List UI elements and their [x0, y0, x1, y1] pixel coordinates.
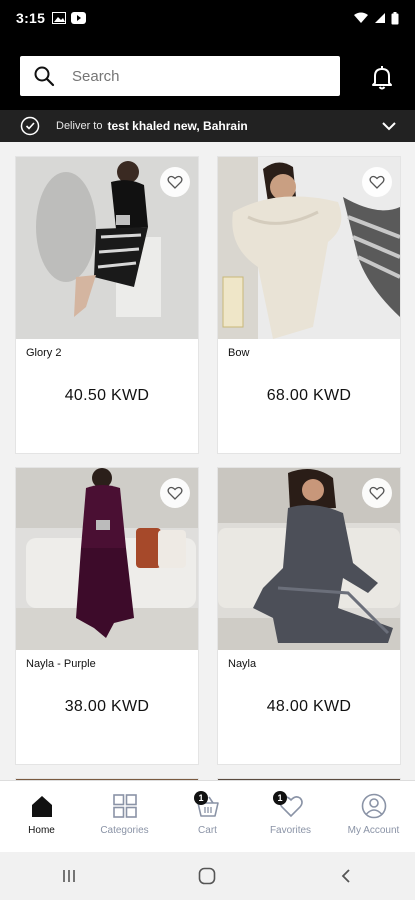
- favorite-button[interactable]: [362, 167, 392, 197]
- grid-icon: [112, 794, 137, 818]
- heart-icon: [167, 175, 183, 189]
- nav-home-label: Home: [28, 825, 55, 836]
- shield-check-icon: [20, 116, 40, 136]
- deliver-to-label: Deliver to: [56, 120, 103, 132]
- product-price: 48.00 KWD: [266, 698, 352, 715]
- product-name: Glory 2: [26, 347, 62, 359]
- home-button-icon[interactable]: [197, 866, 217, 886]
- wifi-icon: [354, 12, 368, 23]
- system-navigation-bar: [0, 852, 415, 900]
- product-grid: Glory 2 40.50 KWD Bow 68.00 KWD Nayla - …: [0, 142, 415, 780]
- product-name: Nayla: [228, 658, 257, 670]
- search-input[interactable]: [72, 67, 302, 85]
- nav-cart-label: Cart: [198, 825, 217, 836]
- cart-badge: 1: [194, 791, 208, 805]
- heart-icon: [369, 175, 385, 189]
- bottom-navigation: Home Categories 1 Cart 1 Favorites My Ac…: [0, 780, 415, 852]
- nav-account-label: My Account: [347, 825, 400, 836]
- delivery-location-bar[interactable]: Deliver to test khaled new, Bahrain: [0, 110, 415, 142]
- gallery-icon: [52, 12, 67, 24]
- favorites-badge: 1: [273, 791, 287, 805]
- status-bar: 3:15: [0, 0, 415, 36]
- recent-apps-icon[interactable]: [60, 867, 78, 885]
- nav-cart[interactable]: 1 Cart: [166, 781, 249, 853]
- product-card[interactable]: Nayla - Purple 38.00 KWD: [15, 467, 199, 765]
- search-icon: [34, 66, 55, 87]
- heart-icon: [167, 486, 183, 500]
- favorite-button[interactable]: [362, 478, 392, 508]
- app-screen: 3:15 Deliver to test khaled new, Bahrain: [0, 0, 415, 900]
- youtube-icon: [71, 12, 87, 24]
- user-circle-icon: [361, 793, 386, 819]
- home-icon: [31, 796, 52, 817]
- product-price: 38.00 KWD: [64, 698, 150, 715]
- product-card[interactable]: Bow 68.00 KWD: [217, 156, 401, 454]
- search-bar[interactable]: [20, 56, 340, 96]
- notification-bell-icon[interactable]: [368, 63, 396, 91]
- status-time: 3:15: [16, 10, 46, 26]
- product-price: 68.00 KWD: [266, 387, 352, 404]
- nav-account[interactable]: My Account: [332, 781, 415, 853]
- product-name: Bow: [228, 347, 250, 359]
- product-card[interactable]: Glory 2 40.50 KWD: [15, 156, 199, 454]
- back-icon[interactable]: [337, 867, 355, 885]
- favorite-button[interactable]: [160, 167, 190, 197]
- favorite-button[interactable]: [160, 478, 190, 508]
- nav-favorites-label: Favorites: [269, 825, 312, 836]
- nav-categories[interactable]: Categories: [83, 781, 166, 853]
- chevron-down-icon[interactable]: [381, 118, 397, 134]
- product-card[interactable]: Nayla 48.00 KWD: [217, 467, 401, 765]
- signal-icon: [375, 13, 385, 23]
- app-header: [0, 36, 415, 110]
- battery-icon: [391, 11, 399, 24]
- delivery-address: test khaled new, Bahrain: [107, 119, 248, 133]
- nav-home[interactable]: Home: [0, 781, 83, 853]
- heart-icon: [369, 486, 385, 500]
- nav-favorites[interactable]: 1 Favorites: [249, 781, 332, 853]
- product-price: 40.50 KWD: [64, 387, 150, 404]
- product-name: Nayla - Purple: [26, 658, 96, 670]
- nav-categories-label: Categories: [100, 825, 149, 836]
